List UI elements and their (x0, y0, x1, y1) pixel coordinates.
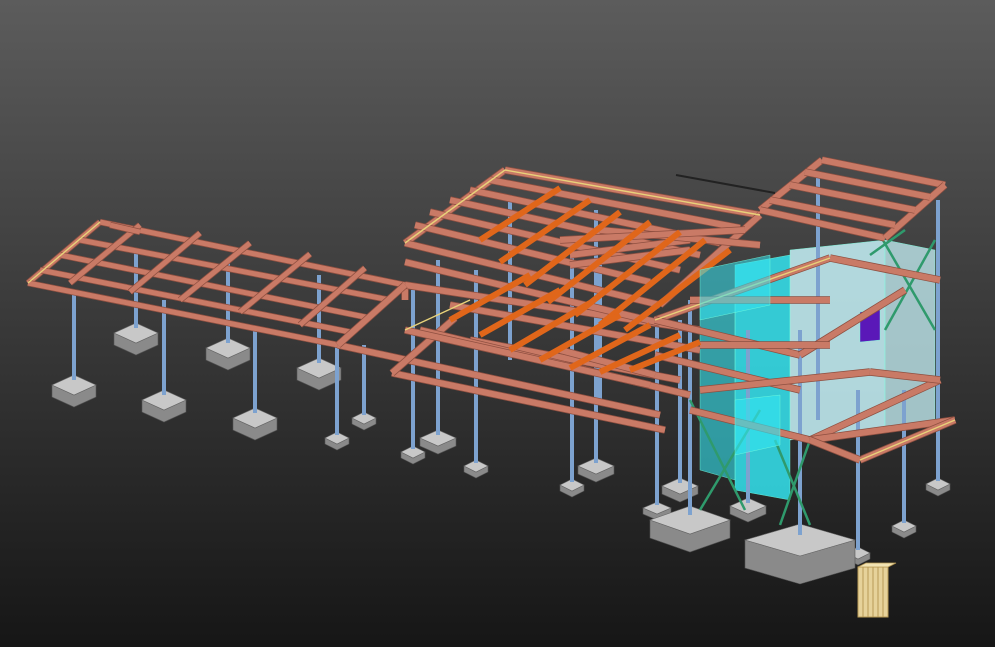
glass-panel (734, 394, 781, 456)
3d-model-viewport[interactable] (0, 0, 995, 647)
structural-model-canvas[interactable] (0, 0, 995, 647)
